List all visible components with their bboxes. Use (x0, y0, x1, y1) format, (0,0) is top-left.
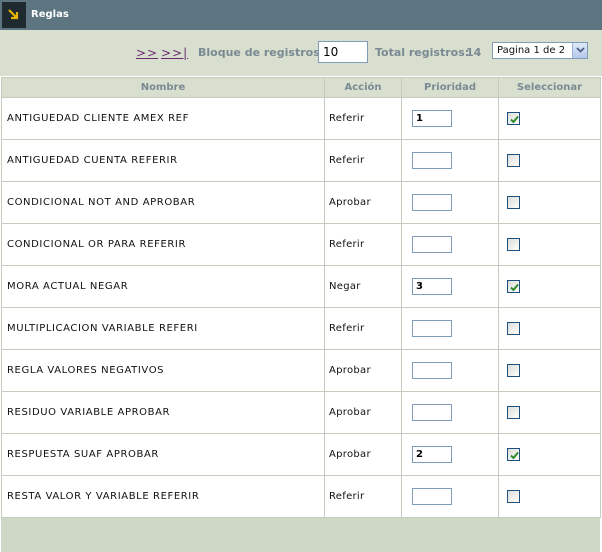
total-records-label: Total registros: (375, 46, 470, 59)
rule-name: ANTIGUEDAD CUENTA REFERIR (1, 139, 325, 182)
rule-name: CONDICIONAL NOT AND APROBAR (1, 181, 325, 224)
table-row: ANTIGUEDAD CLIENTE AMEX REF Referir (1, 97, 601, 140)
select-cell (498, 307, 601, 350)
select-cell (498, 223, 601, 266)
select-cell (498, 433, 601, 476)
rule-action: Aprobar (324, 433, 402, 476)
rule-name: CONDICIONAL OR PARA REFERIR (1, 223, 325, 266)
priority-input[interactable] (412, 404, 452, 421)
priority-input[interactable] (412, 194, 452, 211)
priority-input[interactable] (412, 362, 452, 379)
total-records-value: 14 (466, 46, 482, 59)
table-footer (1, 518, 600, 552)
table-row: RESTA VALOR Y VARIABLE REFERIR Referir (1, 475, 601, 518)
rule-action: Aprobar (324, 349, 402, 392)
rule-action: Negar (324, 265, 402, 308)
block-size-label: Bloque de registros: (198, 46, 325, 59)
priority-input[interactable] (412, 236, 452, 253)
priority-input[interactable] (412, 320, 452, 337)
priority-input[interactable] (412, 488, 452, 505)
select-cell (498, 181, 601, 224)
column-header-priority[interactable]: Prioridad (401, 77, 499, 98)
rules-table: Nombre Acción Prioridad Seleccionar ANTI… (1, 77, 601, 518)
column-header-action[interactable]: Acción (324, 77, 402, 98)
priority-input[interactable] (412, 152, 452, 169)
rule-name: RESPUESTA SUAF APROBAR (1, 433, 325, 476)
rule-name: MORA ACTUAL NEGAR (1, 265, 325, 308)
priority-cell (401, 181, 499, 224)
page-select[interactable]: Pagina 1 de 2 (492, 42, 588, 59)
next-page-link[interactable]: >> (136, 46, 158, 60)
priority-cell (401, 97, 499, 140)
select-checkbox[interactable] (507, 112, 520, 125)
select-cell (498, 349, 601, 392)
table-row: MORA ACTUAL NEGAR Negar (1, 265, 601, 308)
rule-action: Referir (324, 139, 402, 182)
column-header-select[interactable]: Seleccionar (498, 77, 601, 98)
priority-input[interactable] (412, 278, 452, 295)
priority-cell (401, 223, 499, 266)
rule-action: Aprobar (324, 181, 402, 224)
select-checkbox[interactable] (507, 154, 520, 167)
table-row: MULTIPLICACION VARIABLE REFERI Referir (1, 307, 601, 350)
rule-name: ANTIGUEDAD CLIENTE AMEX REF (1, 97, 325, 140)
block-size-input[interactable] (318, 41, 368, 63)
rule-name: RESIDUO VARIABLE APROBAR (1, 391, 325, 434)
table-row: RESIDUO VARIABLE APROBAR Aprobar (1, 391, 601, 434)
select-checkbox[interactable] (507, 322, 520, 335)
priority-cell (401, 349, 499, 392)
priority-cell (401, 307, 499, 350)
select-cell (498, 391, 601, 434)
table-header-row: Nombre Acción Prioridad Seleccionar (1, 77, 601, 98)
select-cell (498, 265, 601, 308)
select-checkbox[interactable] (507, 196, 520, 209)
priority-cell (401, 265, 499, 308)
rule-action: Referir (324, 223, 402, 266)
rule-action: Referir (324, 475, 402, 518)
select-cell (498, 97, 601, 140)
table-row: ANTIGUEDAD CUENTA REFERIR Referir (1, 139, 601, 182)
pagination-toolbar: >> >>| Bloque de registros: Total regist… (0, 30, 602, 76)
select-checkbox[interactable] (507, 448, 520, 461)
table-row: CONDICIONAL OR PARA REFERIR Referir (1, 223, 601, 266)
arrow-down-right-icon (2, 2, 26, 28)
priority-input[interactable] (412, 446, 452, 463)
select-checkbox[interactable] (507, 490, 520, 503)
rule-action: Aprobar (324, 391, 402, 434)
page-title: Reglas (31, 9, 69, 20)
rule-name: REGLA VALORES NEGATIVOS (1, 349, 325, 392)
page-select-value: Pagina 1 de 2 (497, 45, 566, 56)
priority-cell (401, 391, 499, 434)
rule-name: MULTIPLICACION VARIABLE REFERI (1, 307, 325, 350)
select-cell (498, 139, 601, 182)
select-checkbox[interactable] (507, 238, 520, 251)
table-row: RESPUESTA SUAF APROBAR Aprobar (1, 433, 601, 476)
chevron-down-icon[interactable] (572, 43, 587, 58)
last-page-link[interactable]: >>| (161, 46, 188, 60)
priority-cell (401, 139, 499, 182)
rule-name: RESTA VALOR Y VARIABLE REFERIR (1, 475, 325, 518)
table-row: REGLA VALORES NEGATIVOS Aprobar (1, 349, 601, 392)
priority-input[interactable] (412, 110, 452, 127)
column-header-name[interactable]: Nombre (1, 77, 325, 98)
select-checkbox[interactable] (507, 280, 520, 293)
select-checkbox[interactable] (507, 406, 520, 419)
priority-cell (401, 475, 499, 518)
priority-cell (401, 433, 499, 476)
select-checkbox[interactable] (507, 364, 520, 377)
select-cell (498, 475, 601, 518)
rule-action: Referir (324, 97, 402, 140)
table-row: CONDICIONAL NOT AND APROBAR Aprobar (1, 181, 601, 224)
title-bar: Reglas (0, 0, 602, 30)
rule-action: Referir (324, 307, 402, 350)
